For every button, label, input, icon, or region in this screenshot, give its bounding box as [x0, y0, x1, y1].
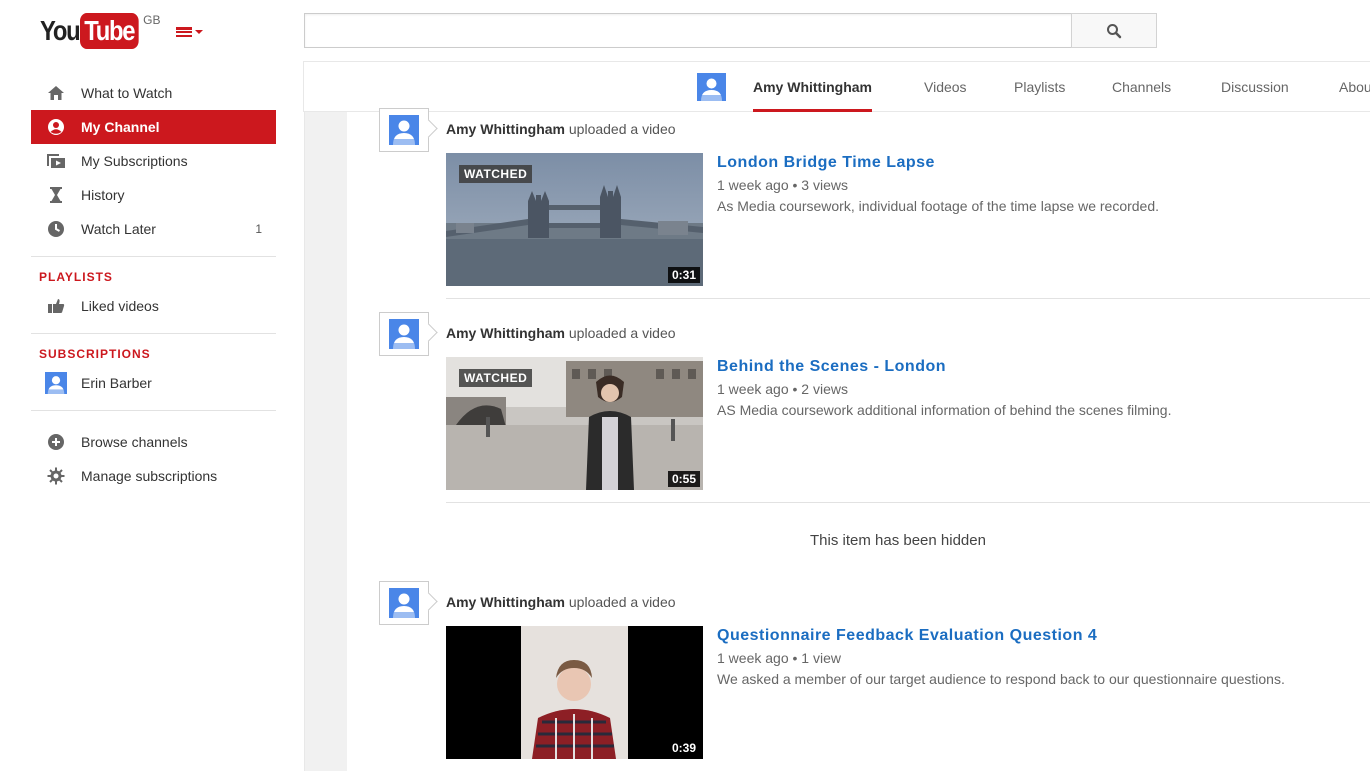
- sidebar-divider: [31, 333, 276, 334]
- video-age: 1 week ago: [717, 177, 789, 193]
- sidebar-item-label: Watch Later: [81, 221, 156, 237]
- sidebar-item-watch-later[interactable]: Watch Later 1: [31, 212, 276, 246]
- feed-author-link[interactable]: Amy Whittingham: [446, 325, 565, 341]
- sidebar-item-label: Browse channels: [81, 434, 188, 450]
- guide-sidebar: What to Watch My Channel My Subscription…: [31, 76, 276, 493]
- playlists-section-title[interactable]: PLAYLISTS: [31, 265, 276, 289]
- video-thumbnail[interactable]: WATCHED 0:55: [446, 357, 703, 490]
- video-description: We asked a member of our target audience…: [717, 671, 1285, 687]
- logo-region: GB: [143, 13, 161, 27]
- tab-playlists[interactable]: Playlists: [1014, 62, 1065, 112]
- sidebar-divider: [31, 410, 276, 411]
- home-icon: [45, 82, 67, 104]
- tab-channel-home[interactable]: Amy Whittingham: [753, 62, 872, 112]
- questionnaire-thumbnail-image: [446, 626, 703, 759]
- gear-icon: [45, 465, 67, 487]
- feed-divider: [446, 298, 1370, 299]
- content-gutter: [304, 112, 347, 771]
- feed-item-header: Amy Whittingham uploaded a video: [446, 594, 676, 610]
- feed-author-link[interactable]: Amy Whittingham: [446, 121, 565, 137]
- plus-circle-icon: [45, 431, 67, 453]
- sidebar-item-browse-channels[interactable]: Browse channels: [31, 425, 276, 459]
- avatar-icon: [389, 588, 419, 618]
- feed-author-avatar[interactable]: [379, 312, 429, 356]
- feed-item-header: Amy Whittingham uploaded a video: [446, 121, 676, 137]
- feed-action-text: uploaded a video: [568, 325, 676, 341]
- video-views: 3 views: [801, 177, 848, 193]
- search-box: [304, 13, 1072, 48]
- video-views: 1 view: [801, 650, 841, 666]
- watch-later-count: 1: [255, 222, 262, 236]
- search-button[interactable]: [1071, 13, 1157, 48]
- sidebar-item-label: Manage subscriptions: [81, 468, 218, 484]
- watched-badge: WATCHED: [459, 165, 533, 183]
- tab-discussion[interactable]: Discussion: [1221, 62, 1289, 112]
- sidebar-item-manage-subscriptions[interactable]: Manage subscriptions: [31, 459, 276, 493]
- feed-action-text: uploaded a video: [568, 594, 676, 610]
- avatar-icon: [389, 115, 419, 145]
- video-description: AS Media coursework additional informati…: [717, 402, 1172, 418]
- video-duration: 0:39: [667, 740, 700, 756]
- video-thumbnail[interactable]: WATCHED 0:31: [446, 153, 703, 286]
- sidebar-item-label: What to Watch: [81, 85, 173, 101]
- caret-down-icon: [195, 30, 203, 34]
- sidebar-item-my-subscriptions[interactable]: My Subscriptions: [31, 144, 276, 178]
- channel-avatar[interactable]: [697, 73, 726, 101]
- tab-channels[interactable]: Channels: [1112, 62, 1171, 112]
- feed-divider: [446, 502, 1370, 503]
- video-duration: 0:55: [667, 471, 700, 487]
- video-meta: 1 week ago • 1 view: [717, 650, 841, 666]
- video-age: 1 week ago: [717, 650, 789, 666]
- video-views: 2 views: [801, 381, 848, 397]
- sidebar-item-liked-videos[interactable]: Liked videos: [31, 289, 276, 323]
- user-circle-icon: [45, 116, 67, 138]
- subscriptions-icon: [45, 150, 67, 172]
- subscriptions-section-title[interactable]: SUBSCRIPTIONS: [31, 342, 276, 366]
- sidebar-item-label: My Channel: [81, 119, 160, 135]
- video-thumbnail[interactable]: 0:39: [446, 626, 703, 759]
- feed-author-avatar[interactable]: [379, 108, 429, 152]
- youtube-logo[interactable]: You Tube GB: [40, 13, 160, 49]
- sidebar-item-label: Erin Barber: [81, 375, 152, 391]
- sidebar-item-history[interactable]: History: [31, 178, 276, 212]
- video-duration: 0:31: [667, 267, 700, 283]
- sidebar-item-erin-barber[interactable]: Erin Barber: [31, 366, 276, 400]
- thumbs-up-icon: [45, 295, 67, 317]
- search-icon: [1107, 23, 1122, 38]
- sidebar-item-label: My Subscriptions: [81, 153, 188, 169]
- guide-menu-button[interactable]: [176, 22, 210, 42]
- logo-you-text: You: [40, 15, 81, 46]
- video-meta: 1 week ago • 2 views: [717, 381, 848, 397]
- feed-action-text: uploaded a video: [568, 121, 676, 137]
- menu-icon: [176, 25, 192, 39]
- video-meta: 1 week ago • 3 views: [717, 177, 848, 193]
- search-input[interactable]: [305, 14, 1072, 47]
- video-description: As Media coursework, individual footage …: [717, 198, 1160, 214]
- sidebar-item-my-channel[interactable]: My Channel: [31, 110, 276, 144]
- avatar-icon: [45, 372, 67, 394]
- avatar-icon: [697, 73, 726, 101]
- feed-item-header: Amy Whittingham uploaded a video: [446, 325, 676, 341]
- watched-badge: WATCHED: [459, 369, 533, 387]
- avatar-icon: [389, 319, 419, 349]
- video-age: 1 week ago: [717, 381, 789, 397]
- hourglass-icon: [45, 184, 67, 206]
- sidebar-item-what-to-watch[interactable]: What to Watch: [31, 76, 276, 110]
- logo-tube-text: Tube: [80, 13, 139, 49]
- sidebar-item-label: History: [81, 187, 125, 203]
- channel-navigation: Amy Whittingham Videos Playlists Channel…: [303, 61, 1370, 112]
- sidebar-divider: [31, 256, 276, 257]
- hidden-item-message: This item has been hidden: [810, 532, 986, 549]
- tab-about[interactable]: About: [1339, 62, 1370, 112]
- clock-icon: [45, 218, 67, 240]
- sidebar-item-label: Liked videos: [81, 298, 159, 314]
- video-title-link[interactable]: Questionnaire Feedback Evaluation Questi…: [717, 627, 1097, 645]
- video-title-link[interactable]: London Bridge Time Lapse: [717, 154, 935, 172]
- video-title-link[interactable]: Behind the Scenes - London: [717, 358, 946, 376]
- feed-author-link[interactable]: Amy Whittingham: [446, 594, 565, 610]
- feed-author-avatar[interactable]: [379, 581, 429, 625]
- tab-videos[interactable]: Videos: [924, 62, 967, 112]
